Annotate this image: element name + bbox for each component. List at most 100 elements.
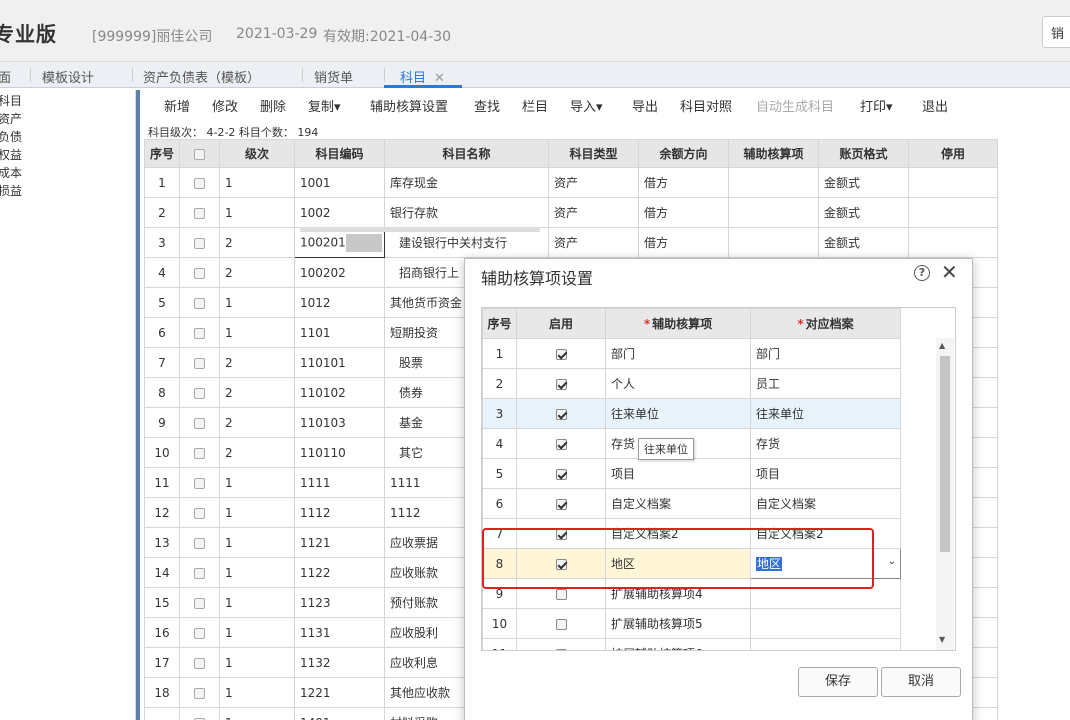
cell-select[interactable] <box>179 257 220 288</box>
cell-balance[interactable]: 借方 <box>638 197 729 228</box>
aux-cell-enabled[interactable] <box>516 488 606 519</box>
cell-index[interactable]: 14 <box>144 557 180 588</box>
aux-cell-file[interactable]: 往来单位 <box>750 398 901 429</box>
cell-index[interactable]: 5 <box>144 287 180 318</box>
aux-cell-file[interactable] <box>750 608 901 639</box>
cell-level[interactable]: 1 <box>219 467 295 498</box>
col-header-code[interactable]: 科目编码 <box>294 139 385 168</box>
cell-disabled[interactable] <box>908 197 998 228</box>
delete-button[interactable]: 删除 <box>260 96 286 115</box>
aux-cell-file[interactable]: 自定义档案 <box>750 488 901 519</box>
cell-balance[interactable]: 借方 <box>638 167 729 198</box>
scroll-down-icon[interactable]: ▼ <box>939 635 945 644</box>
header-right-button[interactable]: 销 <box>1042 16 1070 48</box>
cell-format[interactable]: 金额式 <box>818 197 909 228</box>
cell-code[interactable]: 1132 <box>294 647 385 678</box>
enabled-checkbox[interactable] <box>555 378 567 390</box>
cell-code[interactable]: 1131 <box>294 617 385 648</box>
cell-index[interactable]: 16 <box>144 617 180 648</box>
cell-select[interactable] <box>179 527 220 558</box>
cell-code[interactable]: 1122 <box>294 557 385 588</box>
cell-code[interactable]: 110110 <box>294 437 385 468</box>
row-checkbox[interactable] <box>194 357 205 369</box>
enabled-checkbox[interactable] <box>555 408 567 420</box>
cell-index[interactable]: 18 <box>144 677 180 708</box>
table-row[interactable]: 3 2 100201 建设银行中关村支行 资产 借方 金额式 <box>144 227 998 258</box>
cell-type[interactable]: 资产 <box>548 167 639 198</box>
add-button[interactable]: 新增 <box>164 96 190 115</box>
cell-index[interactable]: 6 <box>144 317 180 348</box>
row-checkbox[interactable] <box>194 327 205 339</box>
cell-select[interactable] <box>179 437 220 468</box>
enabled-checkbox[interactable] <box>555 618 567 630</box>
cancel-button[interactable]: 取消 <box>881 667 961 697</box>
cell-index[interactable]: 11 <box>144 467 180 498</box>
cell-select[interactable] <box>179 497 220 528</box>
row-checkbox[interactable] <box>194 567 205 579</box>
col-header-select[interactable] <box>179 139 220 168</box>
tree-item-accounts[interactable]: 科目 <box>0 92 22 109</box>
aux-cell-file[interactable] <box>750 638 901 650</box>
cell-select[interactable] <box>179 707 220 720</box>
help-icon[interactable]: ? <box>914 265 930 281</box>
cell-level[interactable]: 1 <box>219 497 295 528</box>
cell-select[interactable] <box>179 347 220 378</box>
cell-select[interactable] <box>179 677 220 708</box>
aux-row[interactable]: 2 个人 员工 <box>482 368 901 399</box>
cell-code[interactable]: 1221 <box>294 677 385 708</box>
aux-row[interactable]: 5 项目 项目 <box>482 458 901 489</box>
col-header-name[interactable]: 科目名称 <box>384 139 549 168</box>
cell-code[interactable]: 1123 <box>294 587 385 618</box>
cell-index[interactable]: 17 <box>144 647 180 678</box>
table-row[interactable]: 1 1 1001 库存现金 资产 借方 金额式 <box>144 167 998 198</box>
cell-index[interactable]: 2 <box>144 197 180 228</box>
tab-close-icon[interactable]: ✕ <box>434 71 445 86</box>
enabled-checkbox[interactable] <box>555 468 567 480</box>
cell-format[interactable]: 金额式 <box>818 227 909 258</box>
row-checkbox[interactable] <box>194 387 205 399</box>
save-button[interactable]: 保存 <box>798 667 878 697</box>
aux-cell-enabled[interactable] <box>516 368 606 399</box>
cell-level[interactable]: 1 <box>219 527 295 558</box>
copy-button[interactable]: 复制▾ <box>308 96 341 115</box>
cell-select[interactable] <box>179 617 220 648</box>
aux-row[interactable]: 10 扩展辅助核算项5 <box>482 608 901 639</box>
close-icon[interactable]: ✕ <box>941 260 958 284</box>
cell-level[interactable]: 1 <box>219 287 295 318</box>
cell-code[interactable]: 100202 <box>294 257 385 288</box>
cell-code[interactable]: 110103 <box>294 407 385 438</box>
cell-level[interactable]: 1 <box>219 167 295 198</box>
enabled-checkbox[interactable] <box>555 498 567 510</box>
cell-name[interactable]: 建设银行中关村支行 <box>384 227 549 258</box>
cell-level[interactable]: 2 <box>219 407 295 438</box>
cell-index[interactable]: 4 <box>144 257 180 288</box>
tree-item-cost[interactable]: 成本 <box>0 164 22 181</box>
tree-item-profit-loss[interactable]: 损益 <box>0 182 22 199</box>
aux-row[interactable]: 6 自定义档案 自定义档案 <box>482 488 901 519</box>
aux-cell-enabled[interactable] <box>516 338 606 369</box>
cell-level[interactable]: 1 <box>219 557 295 588</box>
col-header-level[interactable]: 级次 <box>219 139 295 168</box>
col-header-disabled[interactable]: 停用 <box>908 139 998 168</box>
row-checkbox[interactable] <box>194 597 205 609</box>
cell-code[interactable]: 1111 <box>294 467 385 498</box>
aux-cell-item[interactable]: 扩展辅助核算项6 <box>605 638 751 650</box>
import-button[interactable]: 导入▾ <box>570 96 603 115</box>
enabled-checkbox[interactable] <box>555 438 567 450</box>
cell-level[interactable]: 1 <box>219 317 295 348</box>
cell-select[interactable] <box>179 467 220 498</box>
row-checkbox[interactable] <box>194 687 205 699</box>
aux-cell-file[interactable]: 部门 <box>750 338 901 369</box>
print-button[interactable]: 打印▾ <box>860 96 893 115</box>
cell-name[interactable]: 库存现金 <box>384 167 549 198</box>
cell-type[interactable]: 资产 <box>548 197 639 228</box>
row-checkbox[interactable] <box>194 627 205 639</box>
aux-accounting-button[interactable]: 辅助核算设置 <box>370 96 448 115</box>
cell-format[interactable]: 金额式 <box>818 167 909 198</box>
cell-index[interactable]: 15 <box>144 587 180 618</box>
cell-level[interactable]: 2 <box>219 257 295 288</box>
aux-cell-file[interactable]: 项目 <box>750 458 901 489</box>
cell-aux[interactable] <box>728 167 819 198</box>
tree-item-assets[interactable]: 资产 <box>0 110 22 127</box>
row-checkbox[interactable] <box>194 297 205 309</box>
